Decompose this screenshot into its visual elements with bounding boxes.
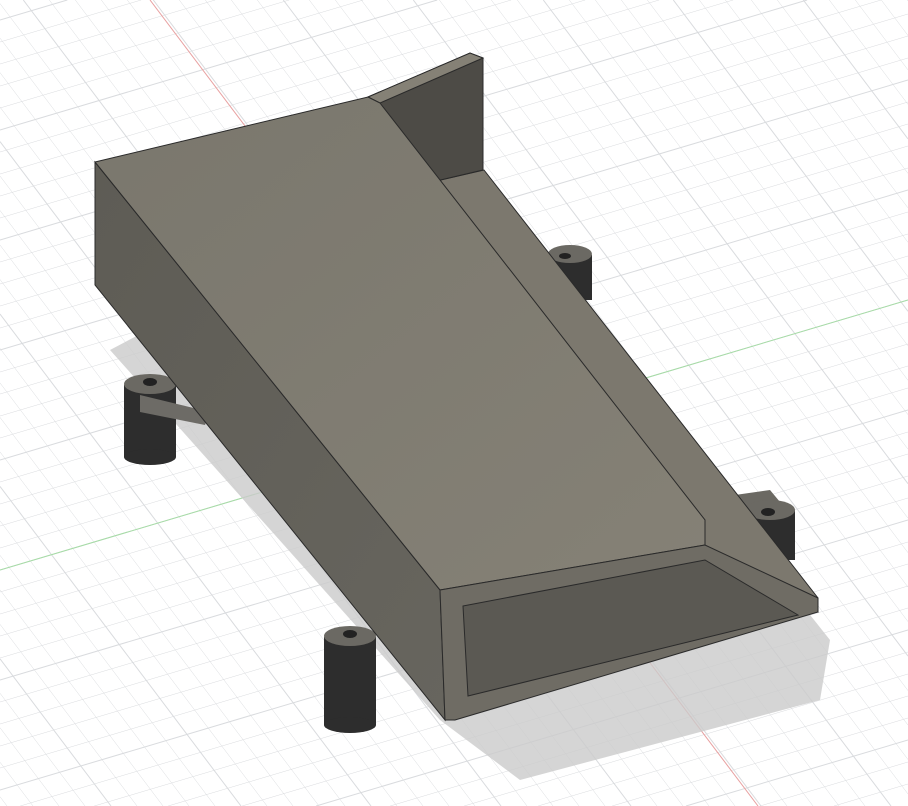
grid-line bbox=[777, 0, 908, 174]
grid-line bbox=[833, 783, 908, 806]
cad-3d-viewport[interactable] bbox=[0, 0, 908, 806]
grid-line bbox=[621, 0, 908, 381]
grid-line bbox=[855, 0, 908, 71]
grid-line bbox=[0, 0, 142, 43]
grid-line bbox=[0, 762, 34, 806]
grid-line bbox=[0, 589, 164, 806]
grid-line bbox=[881, 0, 908, 36]
grid-line bbox=[0, 451, 268, 806]
grid-line bbox=[0, 693, 86, 806]
viewport-canvas[interactable] bbox=[0, 0, 908, 806]
grid-line bbox=[647, 0, 908, 346]
grid-line bbox=[0, 0, 364, 109]
grid-line bbox=[0, 520, 216, 806]
mounting-post-front bbox=[324, 626, 376, 733]
grid-line bbox=[0, 555, 190, 806]
grid-line bbox=[0, 727, 60, 806]
grid-line bbox=[0, 624, 138, 806]
grid-line bbox=[699, 0, 908, 277]
grid-line bbox=[725, 0, 908, 243]
grid-line bbox=[0, 796, 8, 806]
grid-line bbox=[751, 0, 908, 209]
grid-line bbox=[802, 0, 908, 140]
grid-line bbox=[0, 0, 216, 65]
grid-line bbox=[595, 0, 908, 415]
grid-line bbox=[829, 0, 908, 105]
grid-line bbox=[0, 0, 290, 87]
